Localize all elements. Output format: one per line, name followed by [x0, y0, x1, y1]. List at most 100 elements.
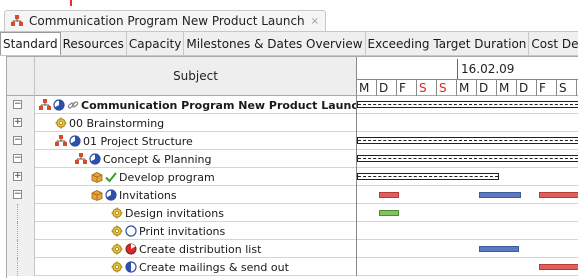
tree-line	[17, 258, 18, 276]
row-gutter	[7, 222, 35, 240]
table-row[interactable]: Create mailings & send out	[7, 258, 578, 276]
tab-resources[interactable]: Resources	[61, 32, 127, 55]
link-icon	[67, 99, 79, 111]
red-pie-icon	[125, 243, 137, 255]
table-row[interactable]: +00 Brainstorming	[7, 114, 578, 132]
document-tab[interactable]: Communication Program New Product Launch…	[4, 10, 327, 31]
table-row[interactable]: − Communication Program New Product Launc…	[7, 96, 578, 114]
document-tab-bar: Communication Program New Product Launch…	[0, 6, 578, 31]
gantt-row	[357, 114, 578, 132]
collapse-toggle[interactable]: −	[13, 136, 22, 145]
task-bar[interactable]	[379, 210, 399, 216]
subject-cell[interactable]: Communication Program New Product Launch	[35, 96, 357, 114]
task-label: 01 Project Structure	[83, 134, 193, 148]
task-bar[interactable]	[379, 192, 399, 198]
day-scale: MDFSSMDMDFS	[357, 79, 578, 96]
table-row[interactable]: − Invitations	[7, 186, 578, 204]
tree-line	[17, 222, 18, 240]
tab-standard[interactable]: Standard	[0, 32, 61, 55]
close-icon[interactable]: ×	[311, 16, 319, 27]
package-icon	[91, 171, 103, 183]
tab-cost[interactable]: Cost De	[529, 32, 578, 55]
day-label: D	[377, 80, 397, 96]
table-row[interactable]: Print invitations	[7, 222, 578, 240]
row-gutter	[7, 204, 35, 222]
subject-cell[interactable]: 00 Brainstorming	[35, 114, 357, 132]
summary-bar[interactable]	[357, 137, 578, 144]
row-gutter: −	[7, 132, 35, 150]
summary-bar[interactable]	[357, 101, 578, 108]
collapse-toggle[interactable]: −	[13, 190, 22, 199]
week-tick	[457, 59, 458, 79]
task-bar[interactable]	[539, 264, 578, 270]
empty-circle-icon	[125, 225, 137, 237]
tab-capacity[interactable]: Capacity	[127, 32, 185, 55]
org-chart-icon	[11, 15, 23, 27]
task-label: 00 Brainstorming	[69, 116, 165, 130]
pie-progress-icon	[89, 153, 101, 165]
collapse-toggle[interactable]: −	[13, 154, 22, 163]
day-label: F	[537, 80, 557, 96]
subject-column-header[interactable]: Subject	[35, 57, 357, 96]
tab-milestones-dates-overview[interactable]: Milestones & Dates Overview	[184, 32, 366, 55]
table-row[interactable]: Design invitations	[7, 204, 578, 222]
gantt-row	[357, 204, 578, 222]
pie-progress-icon	[53, 99, 65, 111]
gantt-row	[357, 222, 578, 240]
summary-bar[interactable]	[357, 155, 578, 162]
row-header-corner	[7, 57, 35, 96]
org-chart-icon	[75, 153, 87, 165]
summary-bar[interactable]	[357, 173, 499, 180]
collapse-toggle[interactable]: −	[13, 100, 22, 109]
row-gutter: −	[7, 150, 35, 168]
task-label: Design invitations	[125, 206, 224, 220]
subject-cell[interactable]: Create distribution list	[35, 240, 357, 258]
subject-cell[interactable]: Invitations	[35, 186, 357, 204]
row-gutter: −	[7, 186, 35, 204]
project-grid: Subject 16.02.09 MDFSSMDMDFS − Communicat…	[6, 56, 578, 278]
day-label: S	[417, 80, 437, 96]
task-bar[interactable]	[479, 192, 521, 198]
gantt-timescale-header: 16.02.09 MDFSSMDMDFS	[357, 57, 578, 96]
gantt-row	[357, 258, 578, 276]
gear-icon	[111, 243, 123, 255]
document-tab-title: Communication Program New Product Launch	[29, 14, 305, 28]
task-bar[interactable]	[479, 246, 519, 252]
gear-icon	[111, 261, 123, 273]
subject-cell[interactable]: Create mailings & send out	[35, 258, 357, 276]
task-label: Print invitations	[139, 224, 226, 238]
table-row[interactable]: + Develop program	[7, 168, 578, 186]
day-label: M	[357, 80, 377, 96]
task-label: Invitations	[119, 188, 177, 202]
checkmark-icon	[105, 171, 117, 183]
gantt-row	[357, 150, 578, 168]
day-label: S	[437, 80, 457, 96]
table-row[interactable]: − Concept & Planning	[7, 150, 578, 168]
day-label: M	[457, 80, 477, 96]
task-label: Create mailings & send out	[139, 260, 289, 274]
gear-icon	[111, 207, 123, 219]
tree-line	[17, 240, 18, 258]
half-pie-icon	[125, 261, 137, 273]
tab-exceeding-target-duration[interactable]: Exceeding Target Duration	[366, 32, 530, 55]
gantt-row	[357, 240, 578, 258]
view-tab-bar: Standard Resources Capacity Milestones &…	[0, 31, 578, 56]
expand-toggle[interactable]: +	[13, 118, 22, 127]
tree-line	[17, 204, 18, 222]
subject-cell[interactable]: 01 Project Structure	[35, 132, 357, 150]
day-label: D	[517, 80, 537, 96]
org-chart-icon	[55, 135, 67, 147]
org-chart-icon	[39, 99, 51, 111]
subject-cell[interactable]: Design invitations	[35, 204, 357, 222]
day-label: F	[397, 80, 417, 96]
gantt-row	[357, 168, 578, 186]
week-label: 16.02.09	[461, 62, 515, 76]
subject-cell[interactable]: Concept & Planning	[35, 150, 357, 168]
gantt-row	[357, 132, 578, 150]
subject-cell[interactable]: Develop program	[35, 168, 357, 186]
task-bar[interactable]	[539, 192, 578, 198]
subject-cell[interactable]: Print invitations	[35, 222, 357, 240]
table-row[interactable]: − 01 Project Structure	[7, 132, 578, 150]
table-row[interactable]: Create distribution list	[7, 240, 578, 258]
expand-toggle[interactable]: +	[13, 172, 22, 181]
